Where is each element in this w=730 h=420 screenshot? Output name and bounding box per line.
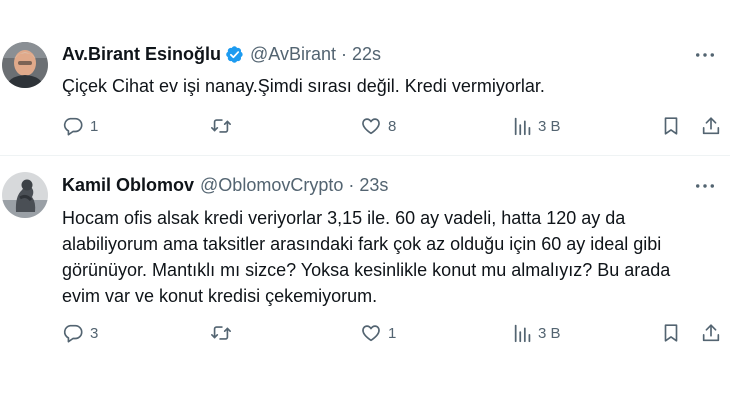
views-button[interactable]: 3 B <box>512 113 561 139</box>
view-count: 3 B <box>538 324 561 342</box>
bookmark-button[interactable] <box>660 113 682 139</box>
retweet-button[interactable] <box>210 113 238 139</box>
timestamp[interactable]: 22s <box>352 44 381 65</box>
views-button[interactable]: 3 B <box>512 320 561 346</box>
separator-dot: · <box>348 174 355 195</box>
share-icon <box>702 117 720 135</box>
tweet-2[interactable]: Kamil Oblomov @OblomovCrypto · 23s Hocam… <box>0 156 730 420</box>
share-icon <box>702 324 720 342</box>
reply-count: 3 <box>90 324 99 342</box>
retweet-icon <box>211 119 231 133</box>
like-button[interactable]: 1 <box>360 320 396 346</box>
reply-count: 1 <box>90 117 99 135</box>
author-handle[interactable]: @OblomovCrypto <box>200 175 343 196</box>
view-count: 3 B <box>538 117 561 135</box>
heart-icon <box>362 118 380 135</box>
bookmark-button[interactable] <box>660 320 682 346</box>
tweet-text: Çiçek Cihat ev işi nanay.Şimdi sırası de… <box>62 76 545 96</box>
heart-icon <box>362 325 380 342</box>
author-name[interactable]: Kamil Oblomov <box>62 175 194 196</box>
tweet-actions: 1 8 3 B <box>60 113 725 139</box>
tweet-header: Kamil Oblomov @OblomovCrypto · 23s <box>62 173 388 197</box>
retweet-icon <box>211 326 231 340</box>
like-count: 8 <box>388 117 397 135</box>
avatar[interactable] <box>2 42 48 88</box>
reply-icon <box>63 117 83 136</box>
more-icon[interactable] <box>694 175 716 197</box>
separator-dot: · <box>341 43 347 64</box>
retweet-button[interactable] <box>210 320 238 346</box>
like-button[interactable]: 8 <box>360 113 396 139</box>
author-handle[interactable]: @AvBirant <box>250 44 336 65</box>
bookmark-icon <box>664 117 678 135</box>
tweet-actions: 3 1 3 B <box>60 320 725 346</box>
views-icon <box>514 324 531 343</box>
tweet-text: Hocam ofis alsak kredi veriyorlar 3,15 i… <box>62 208 671 306</box>
author-name[interactable]: Av.Birant Esinoğlu <box>62 44 221 65</box>
reply-icon <box>63 324 83 343</box>
more-icon[interactable] <box>694 44 716 66</box>
share-button[interactable] <box>700 113 722 139</box>
bookmark-icon <box>664 324 678 342</box>
timestamp[interactable]: 23s <box>359 175 388 196</box>
reply-button[interactable]: 3 <box>62 320 98 346</box>
share-button[interactable] <box>700 320 722 346</box>
tweet-header: Av.Birant Esinoğlu @AvBirant · 22s <box>62 42 381 66</box>
tweet-1[interactable]: Av.Birant Esinoğlu @AvBirant · 22s Çiçek… <box>0 0 730 155</box>
verified-badge-icon <box>225 45 244 64</box>
like-count: 1 <box>388 324 397 342</box>
views-icon <box>514 117 531 136</box>
reply-button[interactable]: 1 <box>62 113 98 139</box>
avatar[interactable] <box>2 172 48 218</box>
